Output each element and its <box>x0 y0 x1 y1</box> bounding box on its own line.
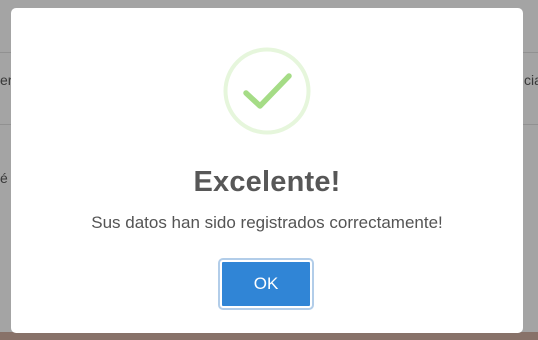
dialog-message: Sus datos han sido registrados correctam… <box>91 213 443 232</box>
dialog-title: Excelente! <box>193 166 341 198</box>
ok-button[interactable]: OK <box>218 258 314 310</box>
checkmark-circle-icon <box>223 47 311 135</box>
success-dialog: Excelente! Sus datos han sido registrado… <box>11 8 523 333</box>
